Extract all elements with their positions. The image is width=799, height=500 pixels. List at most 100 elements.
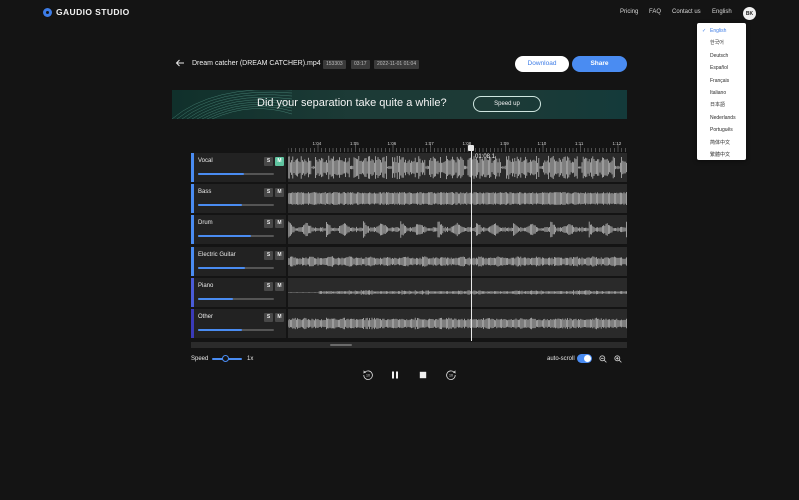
track-header: Vocal S M <box>191 153 286 182</box>
volume-slider[interactable] <box>198 297 274 300</box>
logo-text: GAUDIO STUDIO <box>56 7 130 17</box>
language-option-label: Português <box>710 127 733 134</box>
playhead-time: 01:08.1 <box>475 154 496 160</box>
language-option-label: Français <box>710 77 730 84</box>
language-option-label: Italiano <box>710 89 727 96</box>
mute-button[interactable]: M <box>275 219 284 229</box>
waveform-area[interactable] <box>288 309 627 338</box>
language-option[interactable]: Français <box>697 75 746 87</box>
volume-fill <box>198 235 252 238</box>
rewind-10-icon[interactable]: 10 <box>362 369 374 381</box>
track-accent <box>191 309 194 338</box>
download-button[interactable]: Download <box>515 56 569 72</box>
forward-10-icon[interactable]: 10 <box>445 369 457 381</box>
speed-label: Speed <box>191 356 209 362</box>
waveform-area[interactable] <box>288 215 627 245</box>
zoom-out-icon[interactable] <box>599 355 607 363</box>
solo-button[interactable]: S <box>264 219 273 229</box>
mute-button[interactable]: M <box>275 157 284 166</box>
zoom-in-icon[interactable] <box>614 355 622 363</box>
logo[interactable]: GAUDIO STUDIO <box>43 7 130 17</box>
file-tag-id: 153303 <box>323 60 346 69</box>
language-option[interactable]: ✓ English <box>697 25 746 37</box>
share-button[interactable]: Share <box>572 56 627 72</box>
language-option[interactable]: 日本語 <box>697 99 746 111</box>
track-row: Electric Guitar S M <box>191 246 627 276</box>
waveform <box>288 155 627 180</box>
track-row: Other S M <box>191 309 627 338</box>
language-dropdown: ✓ English 한국어 Deutsch Español Français Italian… <box>697 23 746 160</box>
volume-slider[interactable] <box>198 173 274 175</box>
file-tag-date: 2022-11-01 01:04 <box>374 60 420 69</box>
waveform-path <box>288 221 627 239</box>
autoscroll-toggle-knob <box>584 355 591 362</box>
solo-button[interactable]: S <box>264 281 273 291</box>
avatar[interactable]: BK <box>743 7 756 20</box>
horizontal-scrollbar[interactable] <box>191 342 627 348</box>
speed-slider-handle[interactable] <box>222 355 229 362</box>
language-option[interactable]: Deutsch <box>697 50 746 62</box>
track-accent <box>191 184 194 214</box>
waveform <box>288 255 627 267</box>
scrollbar-thumb[interactable] <box>330 344 352 346</box>
track-name: Piano <box>198 282 214 289</box>
language-option[interactable]: Português <box>697 124 746 136</box>
language-option[interactable]: 繁體中文 <box>697 149 746 161</box>
nav-pricing[interactable]: Pricing <box>620 9 638 15</box>
volume-slider[interactable] <box>198 235 274 238</box>
language-option[interactable]: 简体中文 <box>697 137 746 149</box>
timeline-tick-label: 1:10 <box>537 141 547 146</box>
volume-slider[interactable] <box>198 266 274 269</box>
language-option[interactable]: 한국어 <box>697 37 746 49</box>
solo-button[interactable]: S <box>264 188 273 198</box>
waveform-path <box>288 255 627 267</box>
solo-button[interactable]: S <box>264 157 273 166</box>
language-option[interactable]: Nederlands <box>697 112 746 124</box>
timeline-tick-label: 1:04 <box>312 141 322 146</box>
speed-up-button[interactable]: Speed up <box>473 96 541 112</box>
check-icon: ✓ <box>702 28 707 34</box>
track-accent <box>191 215 194 245</box>
track-header: Piano S M <box>191 277 286 307</box>
solo-button[interactable]: S <box>264 250 273 260</box>
mute-button[interactable]: M <box>275 188 284 198</box>
nav-contact[interactable]: Contact us <box>672 9 701 15</box>
mute-button[interactable]: M <box>275 250 284 260</box>
stop-icon[interactable] <box>417 369 429 381</box>
track-header: Electric Guitar S M <box>191 246 286 276</box>
waveform-path <box>288 155 627 180</box>
waveform-area[interactable] <box>288 246 627 276</box>
track-name: Electric Guitar <box>198 251 236 258</box>
nav-faq[interactable]: FAQ <box>649 9 661 15</box>
language-option-label: 한국어 <box>710 40 724 47</box>
language-option[interactable]: Italiano <box>697 87 746 99</box>
waveform-area[interactable] <box>288 277 627 307</box>
mute-button[interactable]: M <box>275 313 284 322</box>
track-name: Vocal <box>198 158 213 164</box>
volume-slider[interactable] <box>198 329 274 331</box>
volume-slider[interactable] <box>198 204 274 207</box>
playhead-line[interactable] <box>470 147 472 341</box>
autoscroll-label: auto-scroll <box>547 356 575 362</box>
language-option-label: Deutsch <box>710 52 729 59</box>
file-title: Dream catcher (DREAM CATCHER).mp4 <box>192 60 321 67</box>
timeline-tick-label: 1:11 <box>575 141 584 146</box>
banner-text: Did your separation take quite a while? <box>257 97 447 109</box>
track-name: Drum <box>198 220 213 227</box>
nav-language[interactable]: English <box>712 9 732 15</box>
timeline-tick-label: 1:05 <box>350 141 359 146</box>
language-option[interactable]: Español <box>697 62 746 74</box>
back-arrow-icon[interactable] <box>175 58 185 68</box>
mute-button[interactable]: M <box>275 281 284 291</box>
language-option-label: English <box>710 28 727 34</box>
waveform-area[interactable] <box>288 153 627 182</box>
waveform-area[interactable] <box>288 184 627 214</box>
language-option-label: 繁體中文 <box>710 151 731 158</box>
timeline-tick-label: 1:07 <box>425 141 434 146</box>
solo-button[interactable]: S <box>264 313 273 322</box>
logo-icon <box>43 7 52 17</box>
pause-icon[interactable] <box>389 369 401 381</box>
volume-fill <box>198 266 246 269</box>
playhead-handle[interactable] <box>468 145 474 151</box>
track-header: Bass S M <box>191 184 286 214</box>
